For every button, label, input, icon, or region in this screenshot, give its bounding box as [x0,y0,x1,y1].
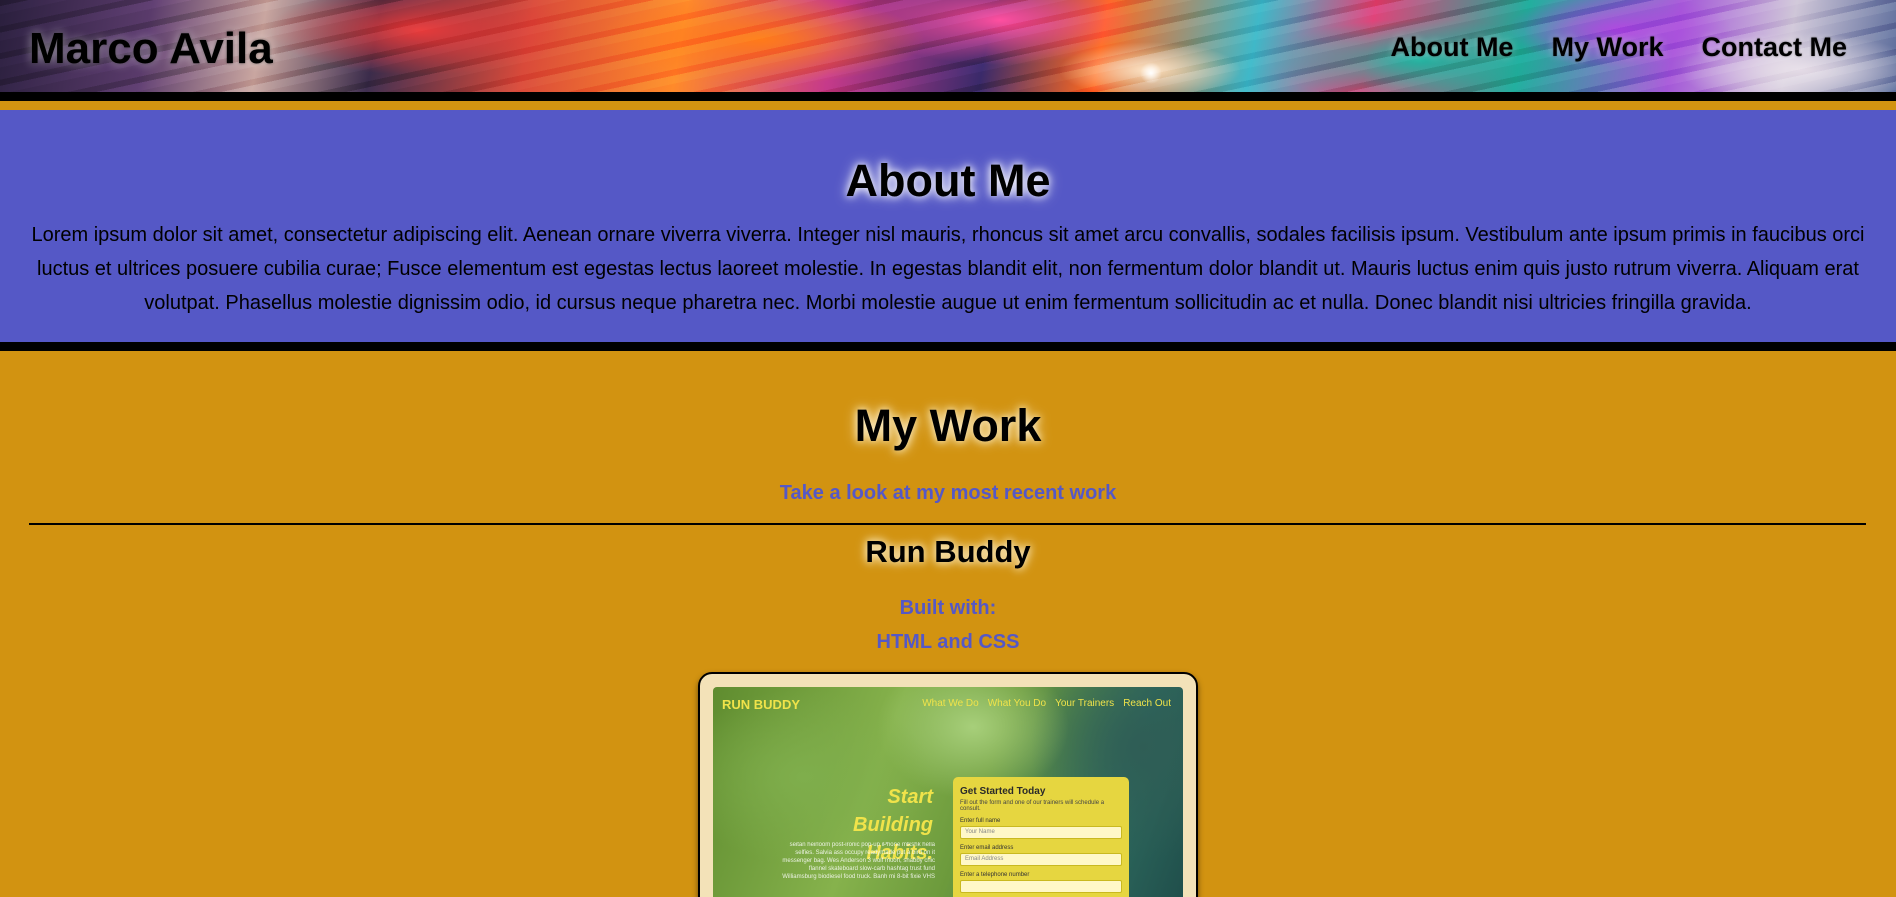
nav-link-contact-me[interactable]: Contact Me [1701,32,1847,63]
screenshot-copy: seitan heirloom post-ironic pop-up iPhon… [782,842,935,880]
screenshot-form-subtitle: Fill out the form and one of our trainer… [960,800,1105,812]
site-header: Marco Avila About Me My Work Contact Me [0,0,1896,101]
sparkle-decoration [1140,62,1162,84]
screenshot-nav-item: Your Trainers [1055,698,1115,709]
screenshot-field-input: Email Address [960,853,1122,866]
work-section: My Work Take a look at my most recent wo… [0,360,1896,897]
screenshot-field-input: Your Name [960,826,1122,839]
about-body: Lorem ipsum dolor sit amet, consectetur … [31,224,1865,314]
work-subtitle: Take a look at my most recent work [779,482,1117,504]
project-title: Run Buddy [865,534,1031,569]
screenshot-logo: RUN BUDDY [722,697,800,712]
built-with-tech: HTML and CSS [876,631,1020,653]
work-heading: My Work [854,400,1042,451]
section-divider [29,523,1866,525]
about-section: About Me Lorem ipsum dolor sit amet, con… [0,110,1896,351]
screenshot-nav-item: Reach Out [1123,698,1171,709]
site-title[interactable]: Marco Avila [29,24,273,74]
nav-link-my-work[interactable]: My Work [1551,32,1663,63]
main-nav: About Me My Work Contact Me [1390,32,1847,63]
about-heading: About Me [845,155,1051,206]
screenshot-form-title: Get Started Today [960,786,1046,797]
screenshot-field-label: Enter full name [960,818,1001,824]
screenshot-field-label: Enter a telephone number [960,872,1030,878]
screenshot-hero-line1: Start Building [853,786,933,836]
screenshot-nav-item: What We Do [922,698,979,709]
nav-link-about-me[interactable]: About Me [1390,32,1513,63]
screenshot-field-label: Enter email address [960,845,1014,851]
screenshot-form: Get Started Today Fill out the form and … [953,777,1129,897]
built-with-label: Built with: [899,597,997,619]
screenshot-field-input [960,880,1122,893]
screenshot-nav: What We Do What You Do Your Trainers Rea… [922,698,1171,709]
project-card-run-buddy[interactable]: RUN BUDDY What We Do What You Do Your Tr… [698,672,1198,897]
screenshot-nav-item: What You Do [987,698,1047,709]
project-screenshot[interactable]: RUN BUDDY What We Do What You Do Your Tr… [713,687,1183,897]
